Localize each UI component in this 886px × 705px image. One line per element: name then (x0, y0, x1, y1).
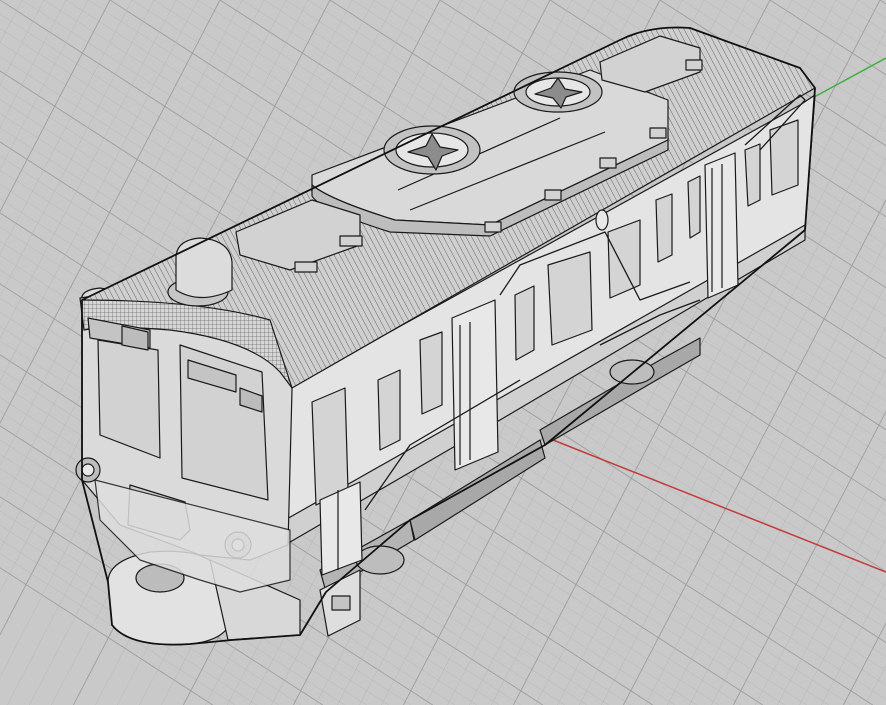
roof-horn (167, 237, 233, 307)
roof-fan-rear (513, 71, 603, 113)
roof-fan-front (383, 125, 481, 175)
grid-line (0, 0, 45, 86)
grid-line (777, 495, 886, 705)
viewport-canvas[interactable] (0, 0, 886, 705)
grid-line (843, 622, 886, 705)
side-emblem (595, 209, 609, 231)
x-axis-line (547, 437, 886, 573)
grid-line (0, 0, 89, 170)
3d-viewport[interactable] (0, 0, 886, 705)
grid-line (835, 0, 886, 33)
grid-line (857, 0, 886, 19)
